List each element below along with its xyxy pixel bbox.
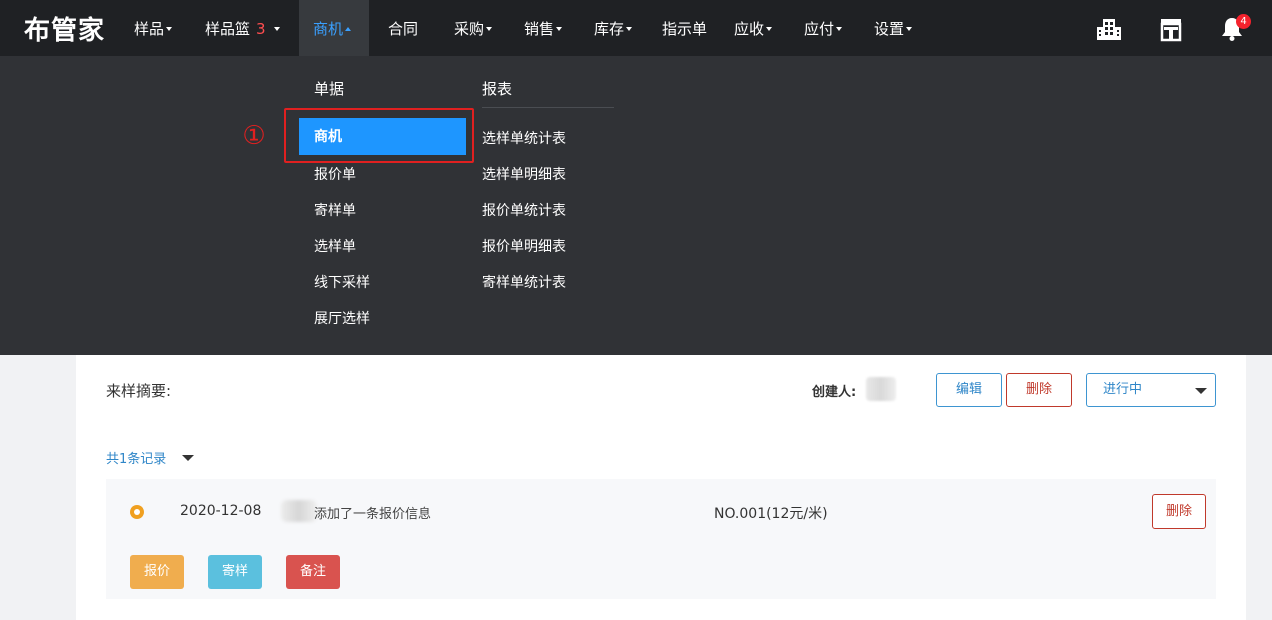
menu-item-selection-stats-report[interactable]: 选样单统计表 <box>482 128 566 148</box>
caret-down-icon <box>166 26 173 31</box>
nav-label: 样品篮 <box>205 20 251 38</box>
nav-label: 合同 <box>388 20 419 38</box>
menu-item-showroom-selection[interactable]: 展厅选样 <box>314 308 370 328</box>
nav-item-opportunities[interactable]: 商机 <box>299 0 369 56</box>
caret-up-icon <box>345 26 352 31</box>
store-icon[interactable] <box>1158 16 1184 42</box>
menu-item-shipment-stats-report[interactable]: 寄样单统计表 <box>482 272 566 292</box>
opportunities-dropdown-menu <box>0 56 1272 355</box>
menu-item-quotation-detail-report[interactable]: 报价单明细表 <box>482 236 566 256</box>
nav-label: 设置 <box>874 20 905 38</box>
edit-button[interactable]: 编辑 <box>936 373 1002 407</box>
send-sample-button[interactable]: 寄样 <box>208 555 262 589</box>
nav-label: 样品 <box>134 20 165 38</box>
top-navigation-bar: 布管家 样品 样品篮 3 商机 合同 采购 销售 库存 指示单 应收 应付 设置 … <box>0 0 1272 56</box>
nav-item-settings[interactable]: 设置 <box>874 0 913 56</box>
record-description: 添加了一条报价信息 <box>314 507 432 522</box>
caret-down-icon <box>556 26 563 31</box>
menu-item-quotation-stats-report[interactable]: 报价单统计表 <box>482 200 566 220</box>
quote-button[interactable]: 报价 <box>130 555 184 589</box>
note-button[interactable]: 备注 <box>286 555 340 589</box>
basket-count-badge: 3 <box>256 20 266 38</box>
nav-item-contracts[interactable]: 合同 <box>388 0 418 56</box>
record-date: 2020-12-08 <box>180 503 262 519</box>
caret-down-icon <box>486 26 493 31</box>
caret-down-icon <box>626 26 633 31</box>
status-select[interactable]: 进行中 <box>1086 373 1216 407</box>
nav-item-payables[interactable]: 应付 <box>804 0 843 56</box>
nav-item-samples[interactable]: 样品 <box>134 0 173 56</box>
record-list-item <box>106 479 1216 599</box>
timeline-dot-icon <box>130 505 144 519</box>
nav-label: 库存 <box>594 20 625 38</box>
nav-item-purchasing[interactable]: 采购 <box>454 0 493 56</box>
annotation-highlight-box <box>284 108 474 163</box>
menu-item-quotation[interactable]: 报价单 <box>314 164 356 184</box>
menu-item-offline-sampling[interactable]: 线下采样 <box>314 272 370 292</box>
nav-label: 采购 <box>454 20 485 38</box>
reports-divider <box>482 107 614 108</box>
record-user-avatar <box>281 500 317 522</box>
nav-item-inventory[interactable]: 库存 <box>594 0 633 56</box>
nav-item-instruction-orders[interactable]: 指示单 <box>662 0 707 56</box>
nav-label: 销售 <box>524 20 555 38</box>
reports-column-title: 报表 <box>482 80 513 98</box>
nav-label: 商机 <box>313 20 344 38</box>
creator-avatar <box>866 377 896 401</box>
menu-item-sample-selection[interactable]: 选样单 <box>314 236 356 256</box>
caret-down-icon <box>273 26 280 31</box>
status-select-value: 进行中 <box>1103 382 1143 397</box>
caret-down-icon <box>1195 388 1207 394</box>
creator-label: 创建人: <box>812 385 857 400</box>
annotation-step-marker: ① <box>242 121 266 151</box>
notification-badge: 4 <box>1236 14 1251 29</box>
documents-column-title: 单据 <box>314 80 345 98</box>
caret-down-icon <box>836 26 843 31</box>
caret-down-icon <box>766 26 773 31</box>
caret-down-icon[interactable] <box>182 455 194 461</box>
delete-button[interactable]: 删除 <box>1006 373 1072 407</box>
building-icon[interactable] <box>1096 16 1122 42</box>
menu-item-selection-detail-report[interactable]: 选样单明细表 <box>482 164 566 184</box>
nav-item-receivables[interactable]: 应收 <box>734 0 773 56</box>
app-logo[interactable]: 布管家 <box>24 10 105 47</box>
record-number: NO.001(12元/米) <box>714 506 828 522</box>
sample-summary-label: 来样摘要: <box>106 382 172 400</box>
nav-label: 应收 <box>734 20 765 38</box>
records-count-toggle[interactable]: 共1条记录 <box>106 448 166 467</box>
nav-item-sales[interactable]: 销售 <box>524 0 563 56</box>
record-delete-button[interactable]: 删除 <box>1152 494 1206 529</box>
nav-item-sample-basket[interactable]: 样品篮 3 <box>205 0 280 56</box>
nav-label: 应付 <box>804 20 835 38</box>
caret-down-icon <box>906 26 913 31</box>
nav-label: 指示单 <box>662 20 708 38</box>
menu-item-sample-shipment[interactable]: 寄样单 <box>314 200 356 220</box>
